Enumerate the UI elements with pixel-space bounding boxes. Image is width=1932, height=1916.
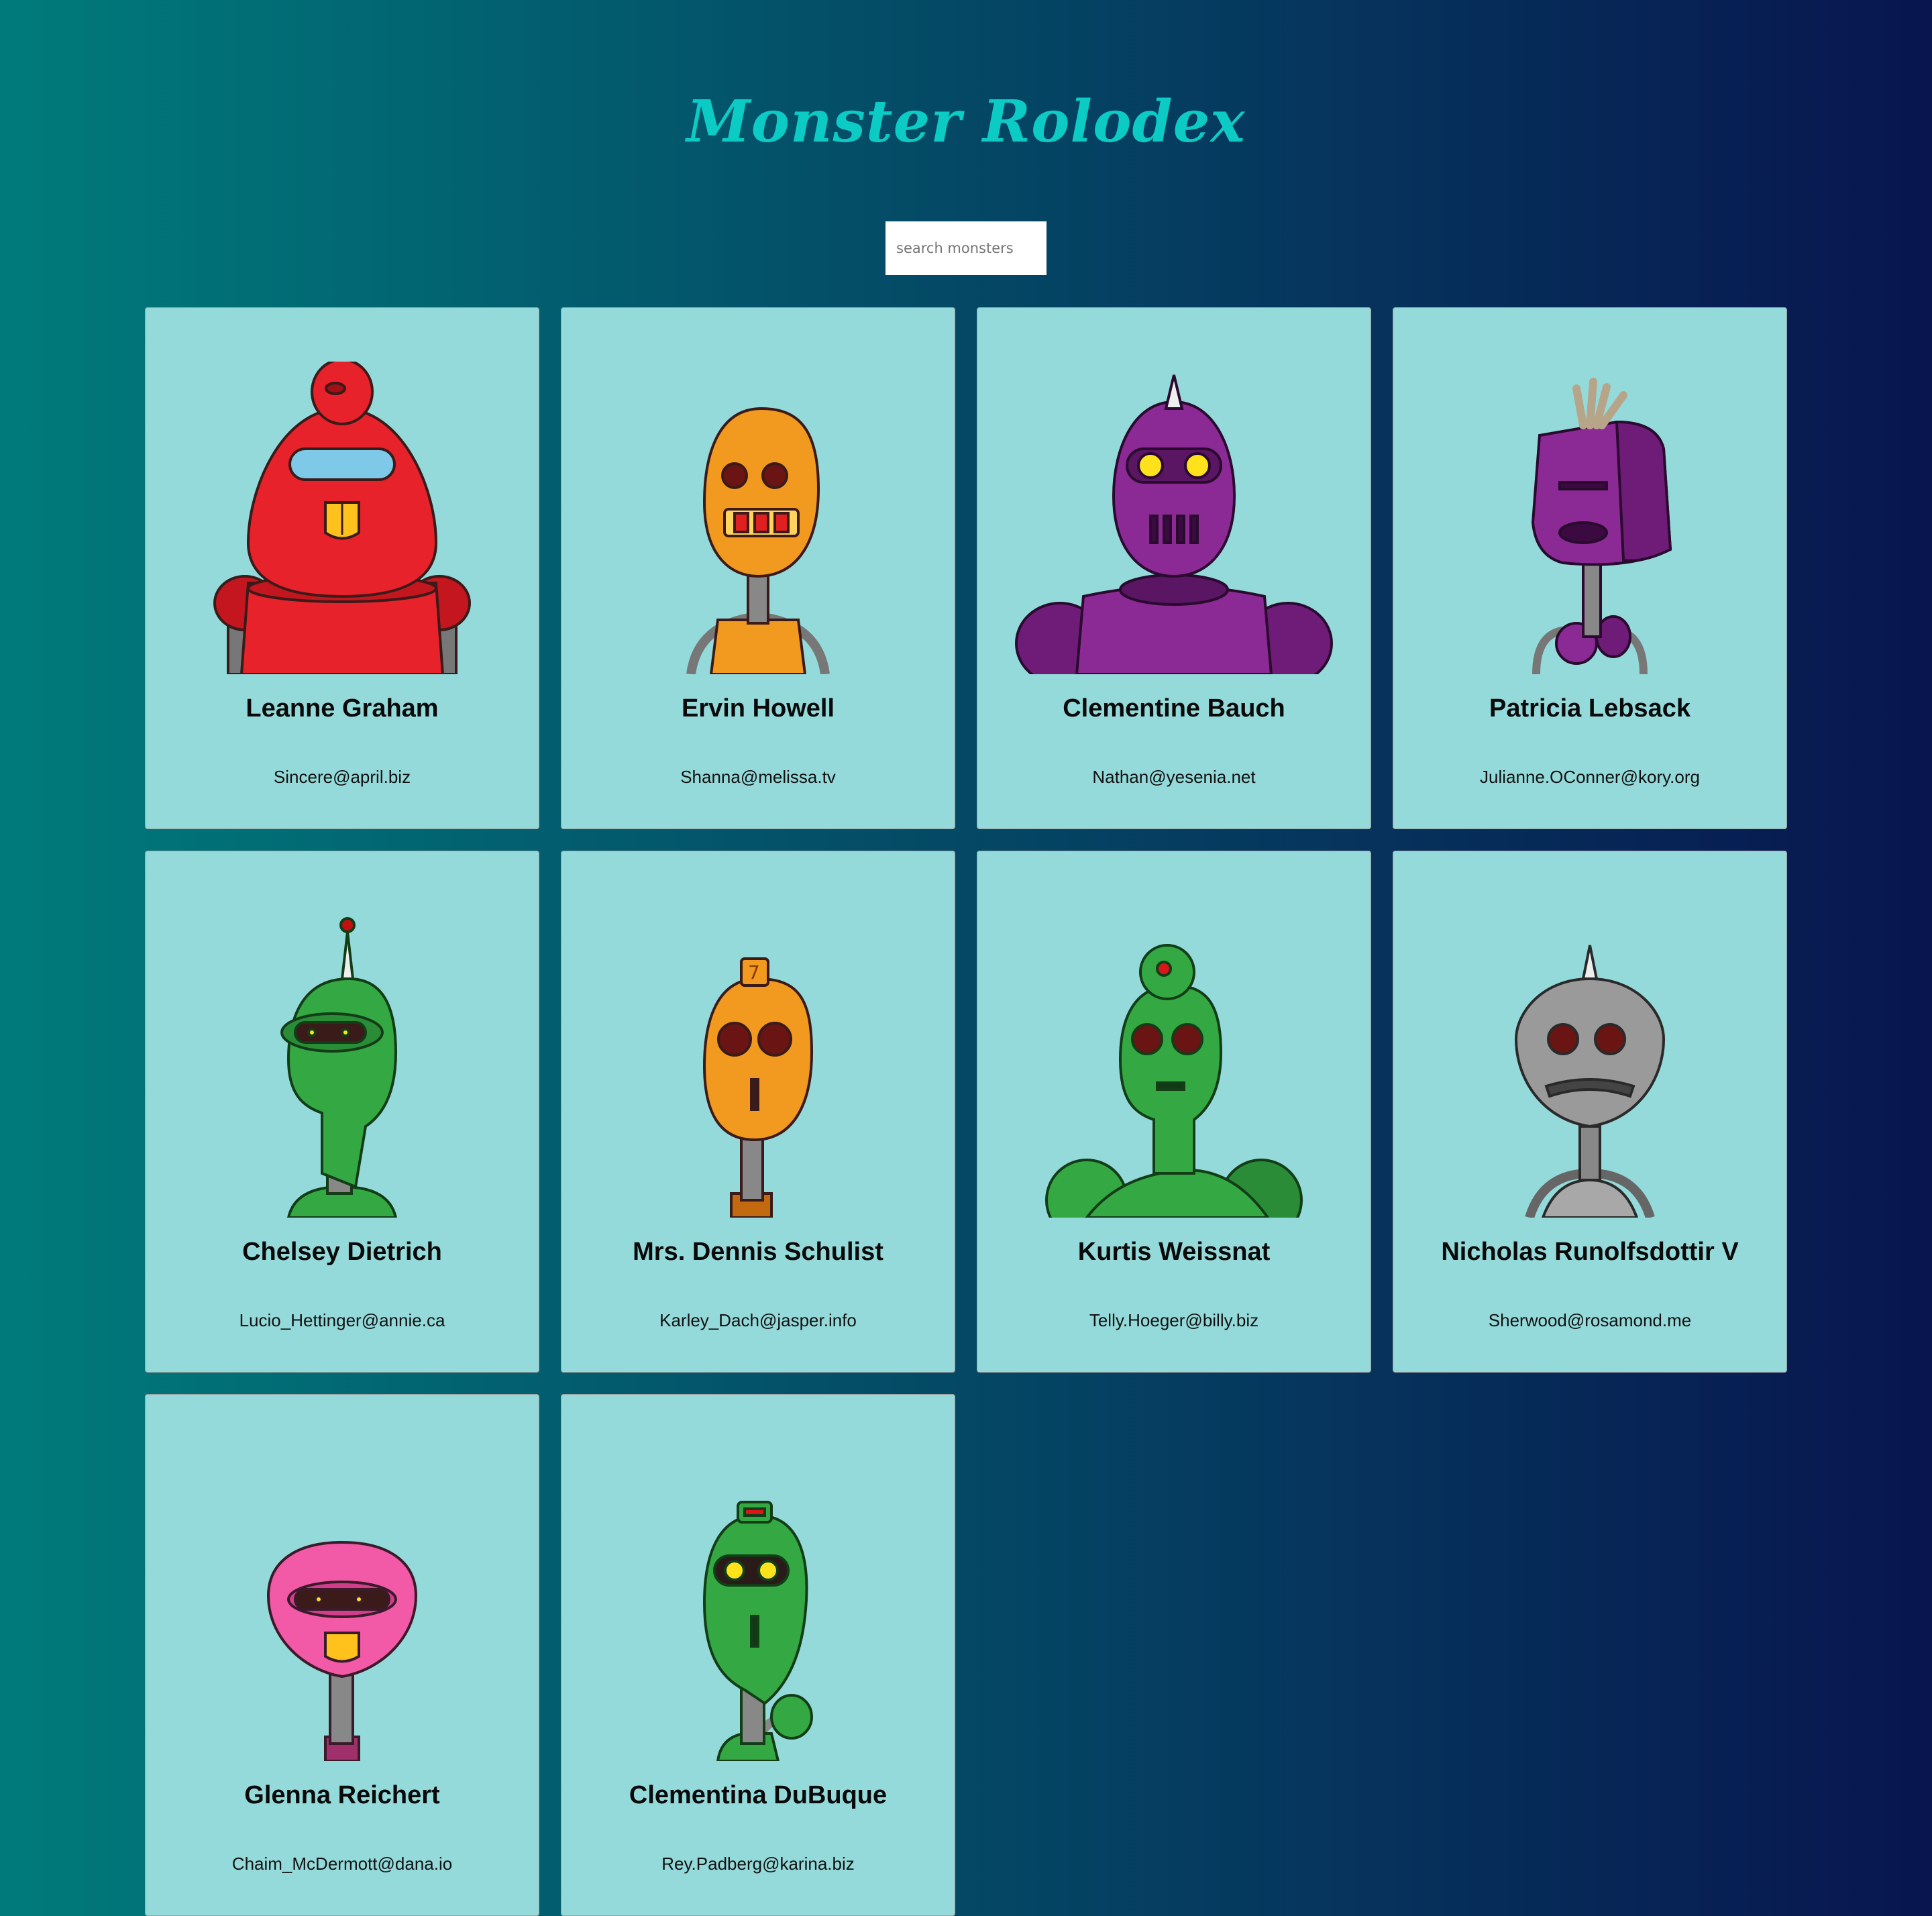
- red-robot-icon: [213, 362, 471, 674]
- card-patricia-lebsack[interactable]: Patricia Lebsack Julianne.OConner@kory.o…: [1393, 307, 1787, 829]
- svg-text:7: 7: [748, 961, 760, 983]
- card-name: Clementina DuBuque: [629, 1781, 888, 1809]
- green-robot-icon: [1045, 944, 1303, 1218]
- card-leanne-graham[interactable]: Leanne Graham Sincere@april.biz: [145, 307, 539, 829]
- card-name: Kurtis Weissnat: [1077, 1238, 1271, 1266]
- orange-robot-icon: 7: [702, 957, 814, 1218]
- card-email: Telly.Hoeger@billy.biz: [1089, 1310, 1259, 1330]
- card-mrs-dennis-schulist[interactable]: 7 Mrs. Dennis Schulist Karley_Dach@jaspe…: [561, 851, 955, 1373]
- card-glenna-reichert[interactable]: Glenna Reichert Chaim_McDermott@dana.io: [145, 1394, 539, 1916]
- card-name: Glenna Reichert: [244, 1781, 440, 1809]
- card-email: Lucio_Hettinger@annie.ca: [239, 1310, 445, 1330]
- card-name: Leanne Graham: [246, 694, 439, 723]
- card-list: Leanne Graham Sincere@april.biz Ervin Ho…: [145, 307, 1788, 1916]
- card-chelsey-dietrich[interactable]: Chelsey Dietrich Lucio_Hettinger@annie.c…: [145, 851, 539, 1373]
- card-ervin-howell[interactable]: Ervin Howell Shanna@melissa.tv: [561, 307, 955, 829]
- card-email: Chaim_McDermott@dana.io: [231, 1854, 453, 1874]
- card-email: Sherwood@rosamond.me: [1488, 1310, 1692, 1330]
- card-name: Ervin Howell: [681, 694, 835, 723]
- card-email: Julianne.OConner@kory.org: [1480, 767, 1700, 787]
- pink-robot-icon: [266, 1540, 418, 1761]
- purple-robot-icon: [1531, 378, 1672, 674]
- card-name: Nicholas Runolfsdottir V: [1441, 1238, 1739, 1266]
- card-name: Mrs. Dennis Schulist: [633, 1238, 883, 1266]
- search-input[interactable]: [885, 221, 1046, 275]
- card-email: Shanna@melissa.tv: [680, 767, 836, 787]
- card-email: Sincere@april.biz: [273, 767, 411, 787]
- card-nicholas-runolfsdottir-v[interactable]: Nicholas Runolfsdottir V Sherwood@rosamo…: [1393, 851, 1787, 1373]
- card-clementina-dubuque[interactable]: Clementina DuBuque Rey.Padberg@karina.bi…: [561, 1394, 955, 1916]
- card-clementine-bauch[interactable]: Clementine Bauch Nathan@yesenia.net: [977, 307, 1371, 829]
- gray-robot-icon: [1514, 945, 1666, 1218]
- card-name: Clementine Bauch: [1063, 694, 1285, 723]
- card-email: Nathan@yesenia.net: [1092, 767, 1256, 787]
- purple-robot-icon: [1015, 374, 1333, 674]
- green-robot-icon: [280, 917, 398, 1218]
- card-email: Rey.Padberg@karina.biz: [661, 1854, 855, 1874]
- card-name: Chelsey Dietrich: [242, 1238, 442, 1266]
- green-robot-icon: [702, 1501, 813, 1761]
- card-email: Karley_Dach@jasper.info: [659, 1310, 857, 1330]
- orange-robot-icon: [686, 407, 830, 674]
- card-name: Patricia Lebsack: [1489, 694, 1690, 723]
- card-kurtis-weissnat[interactable]: Kurtis Weissnat Telly.Hoeger@billy.biz: [977, 851, 1371, 1373]
- page-title: Monster Rolodex: [686, 88, 1246, 156]
